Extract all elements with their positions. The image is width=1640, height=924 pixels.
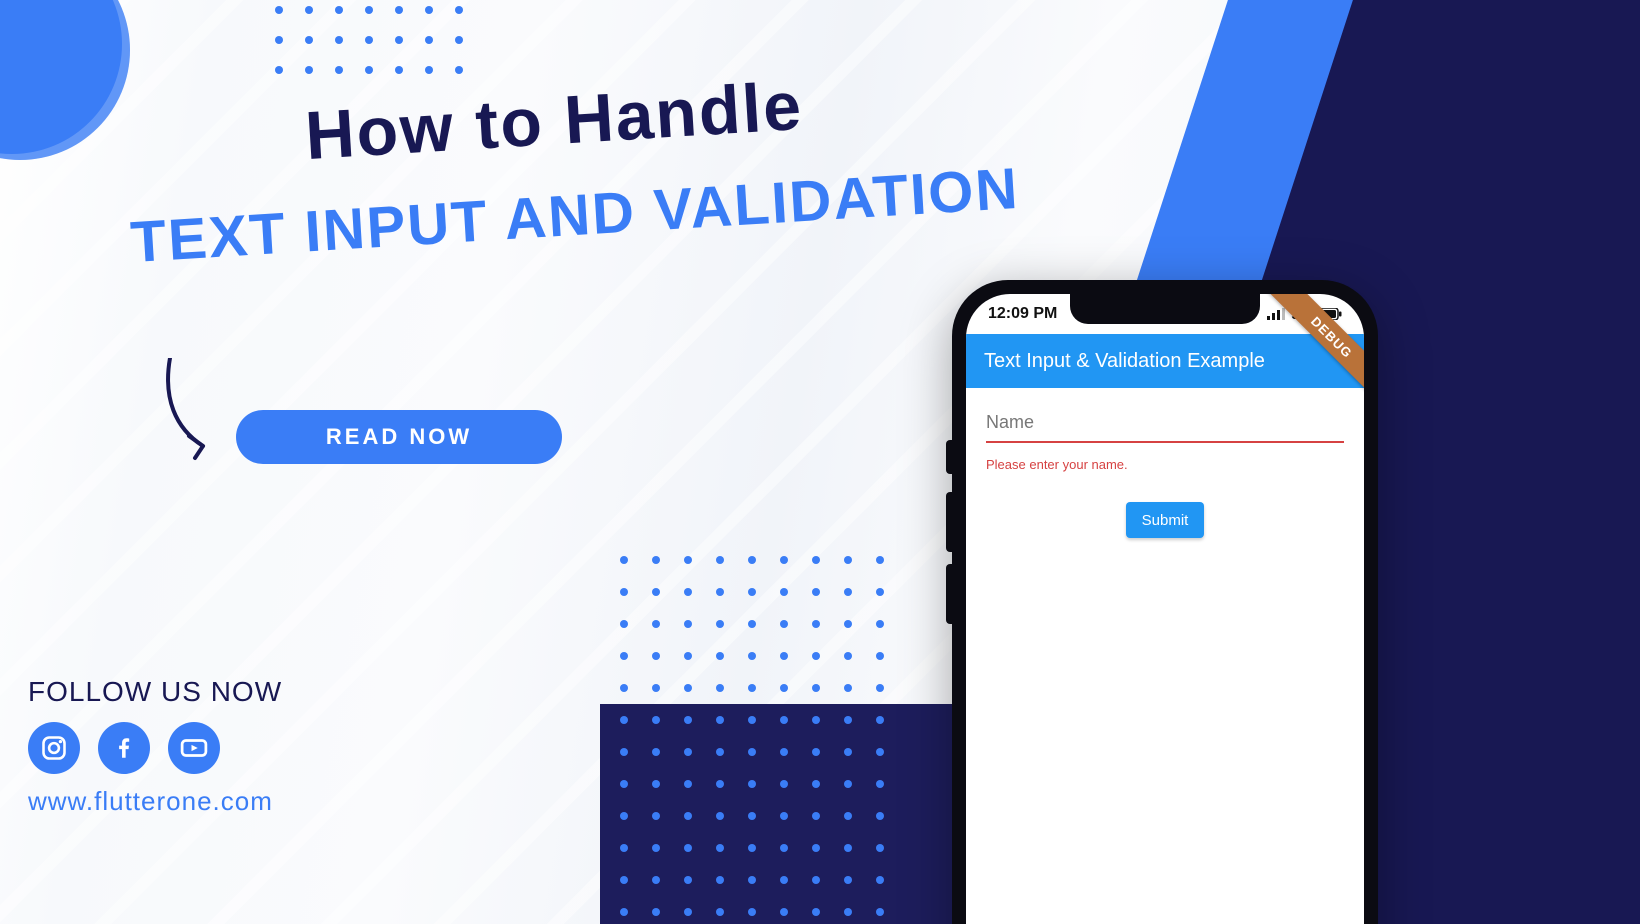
name-field-underline[interactable] <box>986 441 1344 443</box>
name-field-error: Please enter your name. <box>986 457 1344 472</box>
facebook-icon[interactable] <box>98 722 150 774</box>
title-line-2: TEXT INPUT AND VALIDATION <box>129 155 1021 276</box>
submit-button[interactable]: Submit <box>1126 502 1204 538</box>
phone-mute-switch <box>946 440 952 474</box>
youtube-icon[interactable] <box>168 722 220 774</box>
hero-graphic: How to Handle TEXT INPUT AND VALIDATION … <box>0 0 1640 924</box>
signal-bars-icon <box>1267 308 1285 320</box>
instagram-icon[interactable] <box>28 722 80 774</box>
arrow-icon <box>155 358 225 468</box>
name-field-label: Name <box>986 412 1344 433</box>
submit-label: Submit <box>1142 512 1189 529</box>
dot-pattern-bottom <box>620 556 904 924</box>
status-time: 12:09 PM <box>988 305 1057 323</box>
dot-pattern-top <box>275 6 479 90</box>
app-title: Text Input & Validation Example <box>984 350 1265 373</box>
app-bar: Text Input & Validation Example <box>966 334 1364 388</box>
phone-mockup: DEBUG 12:09 PM 5G <box>952 280 1378 924</box>
social-row <box>28 722 220 774</box>
phone-volume-up <box>946 492 952 552</box>
phone-notch <box>1070 294 1260 324</box>
corner-arc <box>0 0 130 160</box>
read-now-button[interactable]: READ NOW <box>236 410 562 464</box>
form-area: Name Please enter your name. Submit <box>966 388 1364 538</box>
follow-us-heading: FOLLOW US NOW <box>28 676 282 708</box>
phone-screen: DEBUG 12:09 PM 5G <box>966 294 1364 924</box>
phone-volume-down <box>946 564 952 624</box>
read-now-label: READ NOW <box>326 424 472 450</box>
website-url[interactable]: www.flutterone.com <box>28 786 273 817</box>
